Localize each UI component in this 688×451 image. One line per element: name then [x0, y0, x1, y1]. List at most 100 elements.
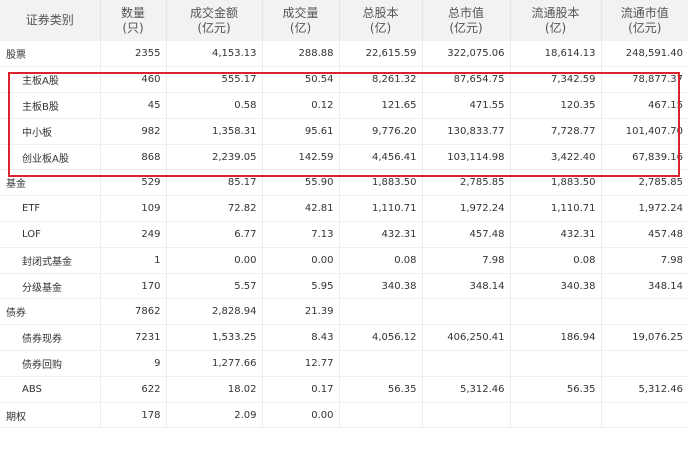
table-row: 分级基金 170 5.57 5.95 340.38 348.14 340.38 348.14 — [0, 273, 688, 300]
row-category-cell: 基金 — [0, 169, 101, 197]
table-row: 基金 529 85.17 55.90 1,883.50 2,785.85 1,883.50 2… — [0, 169, 688, 197]
table-cell-volume: 0.00 — [262, 402, 340, 429]
table-cell-turnover: 0.58 — [166, 92, 263, 119]
table-cell-float-market-cap: 348.14 — [601, 273, 688, 300]
column-header-text: 总股本 — [362, 5, 399, 20]
table-cell-volume: 288.88 — [262, 41, 340, 68]
column-header-text: (亿) — [369, 20, 392, 35]
row-category-cell: 分级基金 — [0, 273, 101, 300]
column-header-float-market-cap: 流通市值 (亿元) — [601, 0, 688, 41]
row-category-cell: ETF — [0, 195, 101, 223]
table-cell-total-market-cap: 322,075.06 — [422, 41, 511, 68]
table-cell-count: 1 — [100, 247, 167, 274]
column-header-text: 数量 — [120, 5, 145, 20]
table-cell-volume: 0.17 — [262, 376, 340, 403]
table-cell-float-market-cap — [601, 298, 688, 326]
table-cell-turnover: 1,533.25 — [166, 324, 263, 352]
table-cell-float-market-cap: 457.48 — [601, 221, 688, 248]
column-header-text: (亿元) — [449, 20, 483, 35]
table-cell-turnover: 5.57 — [166, 273, 263, 300]
table-cell-total-market-cap: 103,114.98 — [422, 144, 511, 171]
table-cell-total-shares: 340.38 — [339, 273, 423, 300]
table-cell-volume: 50.54 — [262, 66, 340, 94]
table-cell-float-shares: 120.35 — [510, 92, 602, 119]
table-cell-count: 170 — [100, 273, 167, 300]
table-cell-total-shares: 9,776.20 — [339, 118, 423, 145]
table-cell-float-shares: 432.31 — [510, 221, 602, 248]
row-category-cell: 债券 — [0, 298, 101, 326]
table-cell-total-market-cap: 457.48 — [422, 221, 511, 248]
table-row: 债券现券 7231 1,533.25 8.43 4,056.12 406,250.41 18… — [0, 324, 688, 352]
table-cell-float-market-cap: 101,407.70 — [601, 118, 688, 145]
table-cell-total-market-cap — [422, 402, 511, 429]
table-cell-float-market-cap: 19,076.25 — [601, 324, 688, 352]
column-header-text: (只) — [122, 20, 144, 35]
table-cell-float-shares: 1,883.50 — [510, 169, 602, 197]
row-category-cell: LOF — [0, 221, 101, 248]
column-header-text: (亿元) — [628, 20, 662, 35]
table-row: 主板A股 460 555.17 50.54 8,261.32 87,654.75 7,342… — [0, 66, 688, 94]
table-cell-float-market-cap: 78,877.37 — [601, 66, 688, 94]
table-cell-volume: 7.13 — [262, 221, 340, 248]
column-header-total-market-cap: 总市值 (亿元) — [422, 0, 511, 41]
table-row: 中小板 982 1,358.31 95.61 9,776.20 130,833.77 7,7… — [0, 118, 688, 145]
table-cell-float-shares: 186.94 — [510, 324, 602, 352]
table-cell-volume: 5.95 — [262, 273, 340, 300]
table-cell-total-market-cap — [422, 298, 511, 326]
table-cell-turnover: 0.00 — [166, 247, 263, 274]
table-cell-turnover: 18.02 — [166, 376, 263, 403]
table-cell-count: 868 — [100, 144, 167, 171]
column-header-total-shares: 总股本 (亿) — [339, 0, 423, 41]
table-cell-total-shares — [339, 298, 423, 326]
row-category-cell: 主板B股 — [0, 92, 101, 119]
table-cell-float-market-cap: 248,591.40 — [601, 41, 688, 68]
table-row: 债券回购 9 1,277.66 12.77 — [0, 350, 688, 377]
table-cell-float-shares: 18,614.13 — [510, 41, 602, 68]
table-cell-volume: 42.81 — [262, 195, 340, 223]
column-header-text: 流通股本 — [531, 5, 580, 20]
table-cell-turnover: 2.09 — [166, 402, 263, 429]
table-cell-total-shares — [339, 402, 423, 429]
table-row: LOF 249 6.77 7.13 432.31 457.48 432.31 457.48 — [0, 221, 688, 248]
table-row: 主板B股 45 0.58 0.12 121.65 471.55 120.35 467.15 — [0, 92, 688, 119]
table-cell-turnover: 6.77 — [166, 221, 263, 248]
table-row: ABS 622 18.02 0.17 56.35 5,312.46 56.35 5,312.4… — [0, 376, 688, 403]
table-cell-float-market-cap: 67,839.16 — [601, 144, 688, 171]
column-header-volume: 成交量 (亿) — [262, 0, 340, 41]
table-cell-total-market-cap: 348.14 — [422, 273, 511, 300]
table-cell-float-shares: 3,422.40 — [510, 144, 602, 171]
column-header-text: 总市值 — [447, 5, 484, 20]
table-cell-total-market-cap — [422, 350, 511, 377]
table-row: 封闭式基金 1 0.00 0.00 0.08 7.98 0.08 7.98 — [0, 247, 688, 274]
table-cell-volume: 0.12 — [262, 92, 340, 119]
table-cell-total-market-cap: 7.98 — [422, 247, 511, 274]
table-cell-count: 2355 — [100, 41, 167, 68]
table-cell-turnover: 2,239.05 — [166, 144, 263, 171]
header-row: 证券类别 数量 (只) 成交金额 (亿元) 成交量 (亿) 总股本 (亿) 总市值 (亿元) 流通股本… — [0, 0, 688, 41]
row-category-cell: 债券现券 — [0, 324, 101, 352]
table-cell-count: 249 — [100, 221, 167, 248]
table-cell-float-market-cap — [601, 402, 688, 429]
table-cell-turnover: 1,277.66 — [166, 350, 263, 377]
table-row: ETF 109 72.82 42.81 1,110.71 1,972.24 1,110.71… — [0, 195, 688, 223]
table-cell-float-market-cap: 5,312.46 — [601, 376, 688, 403]
table-cell-float-market-cap: 1,972.24 — [601, 195, 688, 223]
table-cell-count: 529 — [100, 169, 167, 197]
table-cell-turnover: 1,358.31 — [166, 118, 263, 145]
table-cell-turnover: 85.17 — [166, 169, 263, 197]
table-body: 股票 2355 4,153.13 288.88 22,615.59 322,075.06 1… — [0, 41, 688, 429]
table-cell-count: 109 — [100, 195, 167, 223]
column-header-text: 证券类别 — [25, 13, 74, 27]
table-cell-volume: 21.39 — [262, 298, 340, 326]
table-cell-turnover: 2,828.94 — [166, 298, 263, 326]
table-cell-float-shares: 7,728.77 — [510, 118, 602, 145]
table-cell-total-market-cap: 130,833.77 — [422, 118, 511, 145]
table-row: 债券 7862 2,828.94 21.39 — [0, 298, 688, 326]
table-cell-total-shares: 0.08 — [339, 247, 423, 274]
column-header-text: (亿) — [544, 20, 567, 35]
table-cell-total-market-cap: 5,312.46 — [422, 376, 511, 403]
table-cell-total-shares: 4,456.41 — [339, 144, 423, 171]
table-cell-total-shares: 56.35 — [339, 376, 423, 403]
table-cell-total-shares: 4,056.12 — [339, 324, 423, 352]
row-category-cell: 主板A股 — [0, 66, 101, 94]
